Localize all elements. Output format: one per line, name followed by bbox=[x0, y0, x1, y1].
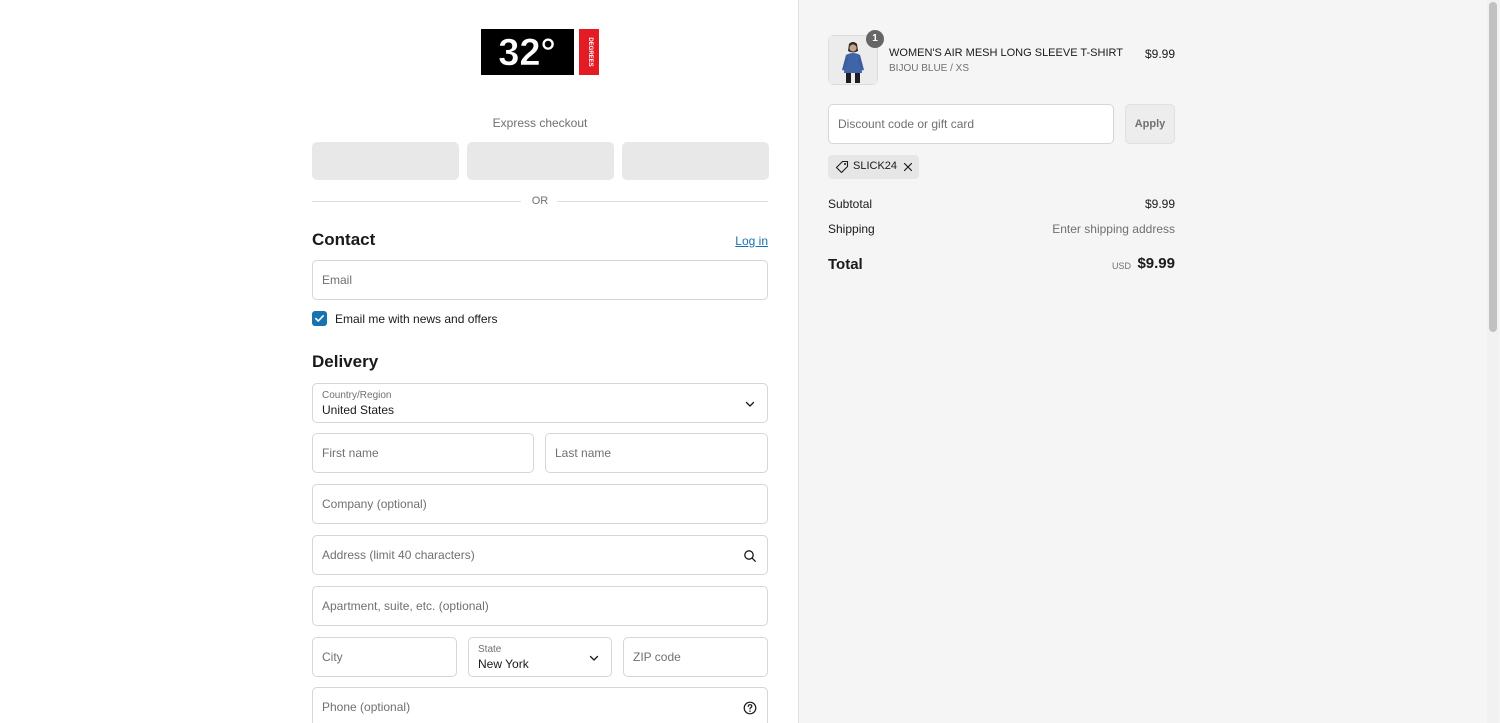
contact-heading: Contact bbox=[312, 230, 376, 249]
discount-code-input[interactable]: Discount code or gift card bbox=[828, 104, 1114, 144]
divider-line-right bbox=[557, 201, 768, 202]
svg-text:32°: 32° bbox=[498, 32, 555, 74]
country-label: Country/Region bbox=[322, 390, 392, 401]
product-price: $9.99 bbox=[1144, 47, 1175, 61]
remove-discount-icon[interactable] bbox=[901, 160, 915, 174]
checkmark-icon bbox=[315, 315, 324, 322]
zip-placeholder: ZIP code bbox=[633, 650, 681, 664]
help-icon[interactable] bbox=[743, 701, 757, 715]
phone-placeholder: Phone (optional) bbox=[322, 700, 411, 714]
express-pay-button-1[interactable] bbox=[312, 142, 459, 180]
delivery-heading: Delivery bbox=[312, 352, 379, 371]
email-field[interactable]: Email bbox=[312, 260, 768, 300]
address-placeholder: Address (limit 40 characters) bbox=[322, 548, 475, 562]
phone-field[interactable]: Phone (optional) bbox=[312, 687, 768, 723]
address-field[interactable]: Address (limit 40 characters) bbox=[312, 535, 768, 575]
applied-discount-chip: SLICK24 bbox=[828, 155, 919, 179]
total-label: Total bbox=[828, 256, 863, 273]
company-field[interactable]: Company (optional) bbox=[312, 484, 768, 524]
chevron-down-icon bbox=[745, 401, 755, 407]
company-placeholder: Company (optional) bbox=[322, 497, 427, 511]
express-pay-button-3[interactable] bbox=[622, 142, 769, 180]
zip-field[interactable]: ZIP code bbox=[623, 637, 768, 677]
brand-logo[interactable]: 32° DEGREES bbox=[481, 29, 599, 75]
subtotal-value: $9.99 bbox=[1144, 197, 1175, 211]
quantity-badge: 1 bbox=[866, 30, 884, 48]
express-checkout-title: Express checkout bbox=[492, 116, 588, 130]
last-name-field[interactable]: Last name bbox=[545, 433, 768, 473]
subtotal-label: Subtotal bbox=[828, 197, 873, 211]
city-placeholder: City bbox=[322, 650, 343, 664]
country-select[interactable]: Country/Region United States bbox=[312, 383, 768, 423]
search-icon bbox=[744, 550, 756, 562]
first-name-field[interactable]: First name bbox=[312, 433, 534, 473]
shipping-value: Enter shipping address bbox=[1052, 222, 1175, 236]
product-title: WOMEN'S AIR MESH LONG SLEEVE T-SHIRT bbox=[889, 47, 1123, 59]
or-divider: OR bbox=[312, 194, 768, 208]
express-pay-button-2[interactable] bbox=[467, 142, 614, 180]
email-placeholder: Email bbox=[322, 273, 353, 287]
apartment-placeholder: Apartment, suite, etc. (optional) bbox=[322, 599, 489, 613]
apartment-field[interactable]: Apartment, suite, etc. (optional) bbox=[312, 586, 768, 626]
scrollbar-thumb[interactable] bbox=[1489, 2, 1497, 332]
country-value: United States bbox=[322, 403, 395, 417]
discount-code-label: SLICK24 bbox=[853, 160, 898, 172]
newsletter-checkbox[interactable] bbox=[312, 311, 327, 326]
state-select[interactable]: State New York bbox=[468, 637, 612, 677]
newsletter-label: Email me with news and offers bbox=[335, 312, 498, 326]
last-name-placeholder: Last name bbox=[555, 446, 612, 460]
chevron-down-icon bbox=[589, 655, 599, 661]
state-value: New York bbox=[478, 657, 529, 671]
first-name-placeholder: First name bbox=[322, 446, 379, 460]
product-variant: BIJOU BLUE / XS bbox=[889, 63, 970, 74]
shipping-label: Shipping bbox=[828, 222, 875, 236]
page-scrollbar[interactable] bbox=[1487, 0, 1499, 723]
tag-icon bbox=[835, 160, 849, 174]
state-label: State bbox=[478, 644, 502, 655]
login-link[interactable]: Log in bbox=[735, 234, 768, 248]
discount-placeholder: Discount code or gift card bbox=[838, 117, 975, 131]
svg-text:DEGREES: DEGREES bbox=[587, 37, 593, 66]
city-field[interactable]: City bbox=[312, 637, 457, 677]
total-value: $9.99 bbox=[1137, 255, 1175, 272]
total-currency: USD bbox=[1111, 261, 1131, 271]
apply-discount-button[interactable]: Apply bbox=[1125, 104, 1175, 144]
